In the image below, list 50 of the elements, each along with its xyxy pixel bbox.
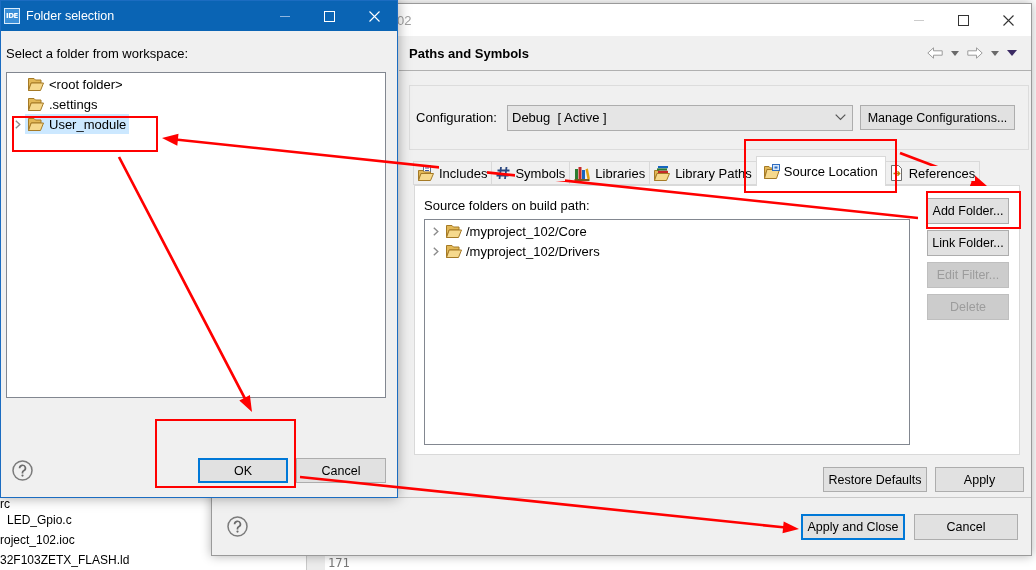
tree-item[interactable]: <root folder>: [25, 74, 126, 94]
forward-arrow-icon[interactable]: [967, 47, 983, 59]
minimize-icon[interactable]: [279, 15, 290, 17]
folder-icon: [446, 224, 462, 238]
tree-item[interactable]: /myproject_102/Core: [443, 221, 590, 241]
prompt-text: Select a folder from workspace:: [6, 46, 189, 62]
dialog-button[interactable]: Apply and Close: [801, 513, 905, 540]
side-button[interactable]: Link Folder...: [927, 230, 1009, 256]
window-title: Folder selection: [26, 9, 115, 23]
chevron-right-icon[interactable]: [433, 246, 439, 256]
folder-icon: [446, 244, 462, 258]
section-label: Source folders on build path:: [424, 198, 590, 214]
folder-icon: [28, 117, 44, 131]
tab[interactable]: References: [884, 161, 981, 185]
folder-badge-icon: [763, 164, 780, 179]
tab[interactable]: Libraries: [569, 161, 651, 185]
tab[interactable]: Symbols: [491, 161, 571, 185]
caret-down-icon[interactable]: [951, 50, 959, 56]
side-button[interactable]: Add Folder...: [927, 198, 1009, 224]
tree-item[interactable]: .settings: [25, 94, 101, 114]
folder-icon: [28, 97, 44, 111]
dialog-button[interactable]: Cancel: [296, 458, 386, 483]
page-button[interactable]: Apply: [935, 467, 1024, 492]
books-icon: [574, 165, 591, 181]
document-arrow-icon: [889, 165, 904, 181]
help-icon[interactable]: [12, 460, 33, 481]
dialog-button[interactable]: OK: [198, 458, 288, 483]
back-arrow-icon[interactable]: [927, 47, 943, 59]
chevron-right-icon[interactable]: [433, 226, 439, 236]
page-button[interactable]: Restore Defaults: [823, 467, 927, 492]
tab[interactable]: Source Location: [755, 156, 886, 186]
manage-configurations-button[interactable]: Manage Configurations...: [860, 105, 1015, 130]
close-icon[interactable]: [1003, 14, 1014, 26]
configuration-label: Configuration:: [416, 110, 498, 125]
folder-books-icon: [654, 165, 671, 181]
explorer-item[interactable]: 32F103ZETX_FLASH.ld: [0, 550, 306, 570]
line-number: 171: [328, 557, 351, 570]
configuration-dropdown[interactable]: Debug [ Active ]: [507, 104, 853, 131]
chevron-down-icon: [835, 114, 846, 121]
folder-icon: [28, 77, 44, 91]
window-title: 02: [397, 12, 412, 28]
maximize-icon[interactable]: [958, 14, 969, 26]
dialog-button[interactable]: Cancel: [914, 513, 1018, 540]
hash-icon: [496, 166, 511, 180]
chevron-right-icon[interactable]: [15, 119, 21, 129]
tree-item[interactable]: /myproject_102/Drivers: [443, 241, 603, 261]
tab[interactable]: Includes: [413, 161, 493, 185]
help-icon[interactable]: [227, 516, 248, 537]
page-title: Paths and Symbols: [409, 45, 529, 61]
tree-item[interactable]: User_module: [25, 114, 130, 134]
